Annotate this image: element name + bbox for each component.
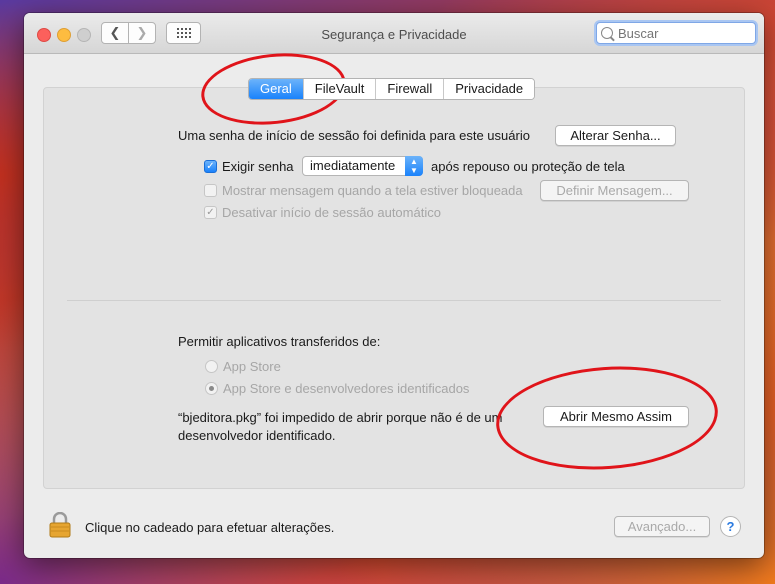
tab-geral[interactable]: Geral xyxy=(249,79,303,99)
require-password-select-value: imediatamente xyxy=(310,158,396,173)
section-divider xyxy=(67,300,721,301)
search-input[interactable] xyxy=(616,24,750,42)
search-icon xyxy=(601,27,613,39)
checkmark-icon: ✓ xyxy=(206,207,215,218)
set-message-button[interactable]: Definir Mensagem... xyxy=(540,180,689,201)
tab-filevault[interactable]: FileVault xyxy=(302,79,376,99)
radio-app-store-devs[interactable] xyxy=(205,382,218,395)
blocked-message-line1: “bjeditora.pkg” foi impedido de abrir po… xyxy=(178,410,503,425)
disable-auto-login-label: Desativar início de sessão automático xyxy=(222,205,441,220)
tab-privacidade[interactable]: Privacidade xyxy=(443,79,535,99)
help-button[interactable]: ? xyxy=(720,516,741,537)
show-message-label: Mostrar mensagem quando a tela estiver b… xyxy=(222,183,523,198)
blocked-message-line2: desenvolvedor identificado. xyxy=(178,428,336,443)
require-password-suffix: após repouso ou proteção de tela xyxy=(431,159,625,174)
show-message-checkbox[interactable] xyxy=(204,184,217,197)
lock-text: Clique no cadeado para efetuar alteraçõe… xyxy=(85,520,335,535)
search-field[interactable] xyxy=(596,22,756,44)
checkmark-icon: ✓ xyxy=(206,161,215,172)
open-anyway-button[interactable]: Abrir Mesmo Assim xyxy=(543,406,689,427)
advanced-button[interactable]: Avançado... xyxy=(614,516,710,537)
require-password-label: Exigir senha xyxy=(222,159,294,174)
radio-app-store-devs-label: App Store e desenvolvedores identificado… xyxy=(223,381,470,396)
tab-firewall[interactable]: Firewall xyxy=(375,79,444,99)
radio-app-store-label: App Store xyxy=(223,359,281,374)
downloads-heading: Permitir aplicativos transferidos de: xyxy=(178,334,381,349)
title-bar: ❮ ❯ Segurança e Privacidade xyxy=(24,13,764,54)
updown-arrows-icon: ▲ ▼ xyxy=(405,156,423,176)
radio-app-store[interactable] xyxy=(205,360,218,373)
change-password-button[interactable]: Alterar Senha... xyxy=(555,125,676,146)
require-password-checkbox[interactable]: ✓ xyxy=(204,160,217,173)
password-set-text: Uma senha de início de sessão foi defini… xyxy=(178,128,530,143)
lock-icon[interactable] xyxy=(49,512,71,538)
tab-bar: Geral FileVault Firewall Privacidade xyxy=(248,78,536,100)
disable-auto-login-checkbox[interactable]: ✓ xyxy=(204,206,217,219)
general-panel xyxy=(43,87,745,489)
preferences-window: ❮ ❯ Segurança e Privacidade Geral FileVa… xyxy=(24,13,764,558)
require-password-select[interactable]: imediatamente ▲ ▼ xyxy=(302,156,423,176)
